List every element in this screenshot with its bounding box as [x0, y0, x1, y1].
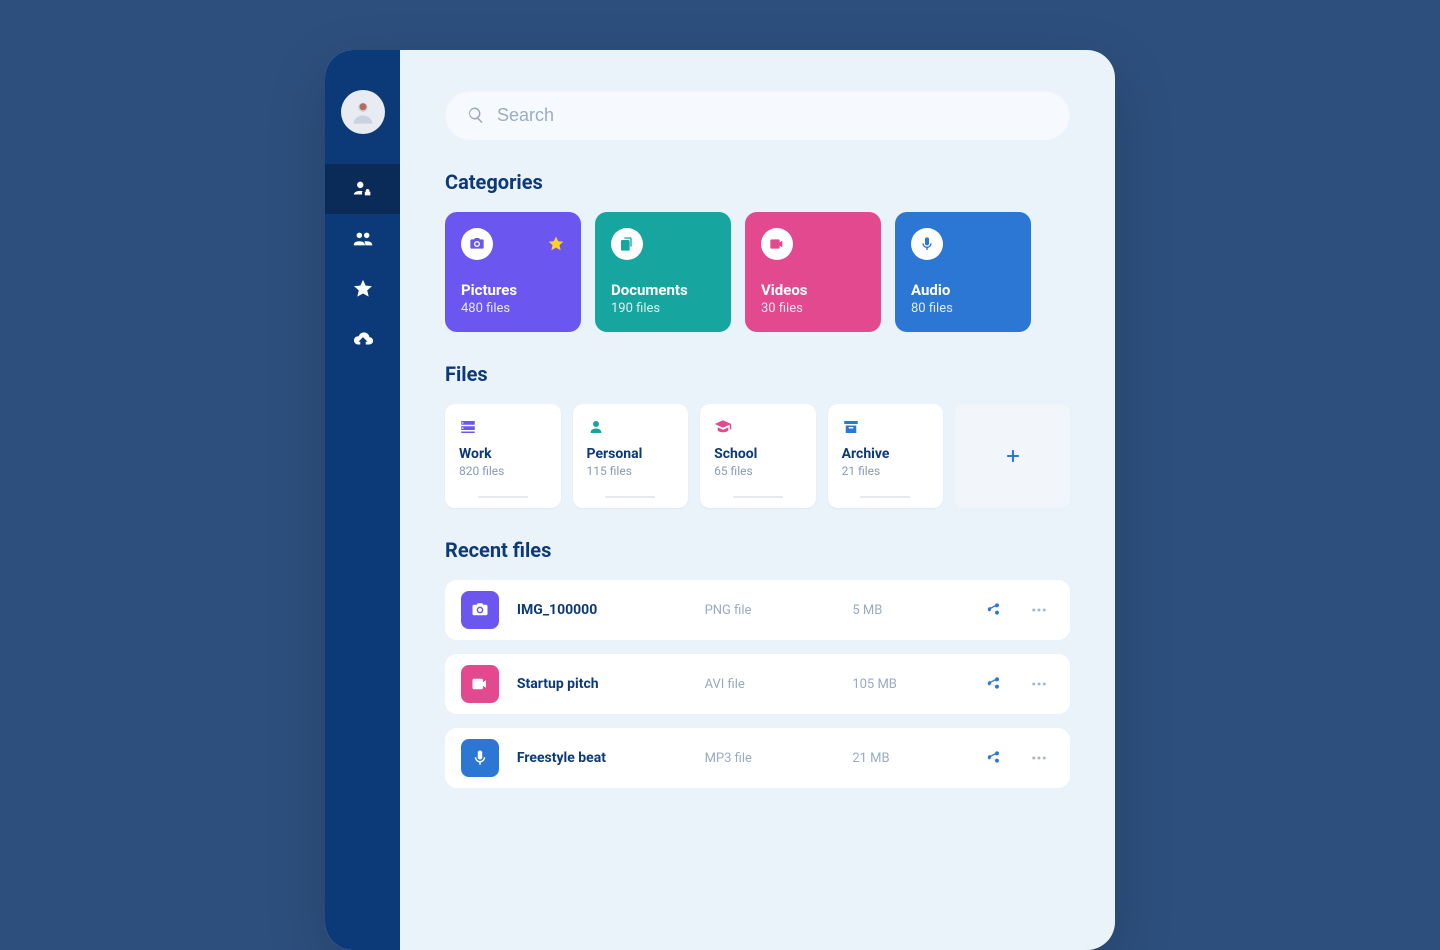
share-icon [985, 676, 1001, 692]
nav-private[interactable] [325, 164, 400, 214]
folder-card-archive[interactable]: Archive 21 files [828, 404, 944, 508]
users-icon [352, 228, 374, 250]
user-icon [587, 418, 605, 436]
camera-icon [461, 228, 493, 260]
more-dots-icon [1030, 749, 1048, 767]
category-card-pictures[interactable]: Pictures 480 files [445, 212, 581, 332]
category-count: 480 files [461, 301, 565, 316]
more-button[interactable] [1024, 601, 1054, 619]
folder-count: 115 files [587, 464, 675, 478]
share-button[interactable] [980, 676, 1006, 692]
recent-list: IMG_100000 PNG file 5 MB Startup pitch A… [445, 580, 1070, 788]
server-icon [459, 418, 477, 436]
folder-progress-bar [478, 496, 528, 498]
plus-icon [1003, 446, 1023, 466]
folder-title: School [714, 446, 802, 462]
camera-icon [461, 591, 499, 629]
category-count: 80 files [911, 301, 1015, 316]
more-button[interactable] [1024, 675, 1054, 693]
category-title: Audio [911, 281, 1015, 299]
recent-type: AVI file [705, 677, 835, 692]
share-icon [985, 602, 1001, 618]
folder-count: 65 files [714, 464, 802, 478]
folder-card-work[interactable]: Work 820 files [445, 404, 561, 508]
folder-card-school[interactable]: School 65 files [700, 404, 816, 508]
folders-row: Work 820 files Personal 115 files School… [445, 404, 1070, 508]
recent-size: 105 MB [852, 677, 962, 692]
folder-count: 820 files [459, 464, 547, 478]
more-dots-icon [1030, 601, 1048, 619]
copy-icon [611, 228, 643, 260]
files-heading: Files [445, 362, 1070, 386]
search-icon [467, 106, 485, 124]
user-lock-icon [352, 178, 374, 200]
video-icon [461, 665, 499, 703]
sidebar [325, 50, 400, 950]
recent-name: Freestyle beat [517, 750, 687, 766]
folder-title: Archive [842, 446, 930, 462]
folder-count: 21 files [842, 464, 930, 478]
nav-shared[interactable] [325, 214, 400, 264]
recent-heading: Recent files [445, 538, 1070, 562]
category-card-videos[interactable]: Videos 30 files [745, 212, 881, 332]
video-icon [761, 228, 793, 260]
share-button[interactable] [980, 602, 1006, 618]
nav-upload[interactable] [325, 314, 400, 364]
category-card-documents[interactable]: Documents 190 files [595, 212, 731, 332]
avatar[interactable] [341, 90, 385, 134]
category-title: Pictures [461, 281, 565, 299]
category-title: Documents [611, 281, 715, 299]
folder-progress-bar [733, 496, 783, 498]
share-icon [985, 750, 1001, 766]
folder-progress-bar [860, 496, 910, 498]
recent-size: 5 MB [852, 603, 962, 618]
recent-name: IMG_100000 [517, 602, 687, 618]
search-input[interactable] [497, 105, 1048, 126]
recent-name: Startup pitch [517, 676, 687, 692]
more-dots-icon [1030, 675, 1048, 693]
app-window: Categories Pictures 480 files Documents … [325, 50, 1115, 950]
add-folder-button[interactable] [955, 404, 1070, 508]
search-bar[interactable] [445, 90, 1070, 140]
folder-progress-bar [605, 496, 655, 498]
cloud-upload-icon [352, 328, 374, 350]
main-content: Categories Pictures 480 files Documents … [400, 50, 1115, 950]
nav-starred[interactable] [325, 264, 400, 314]
recent-type: PNG file [705, 603, 835, 618]
star-icon [352, 278, 374, 300]
recent-type: MP3 file [705, 751, 835, 766]
category-count: 30 files [761, 301, 865, 316]
category-card-audio[interactable]: Audio 80 files [895, 212, 1031, 332]
folder-title: Personal [587, 446, 675, 462]
mic-icon [461, 739, 499, 777]
archive-icon [842, 418, 860, 436]
mic-icon [911, 228, 943, 260]
grad-icon [714, 418, 732, 436]
folder-title: Work [459, 446, 547, 462]
recent-row[interactable]: Freestyle beat MP3 file 21 MB [445, 728, 1070, 788]
avatar-person-icon [349, 98, 377, 126]
category-title: Videos [761, 281, 865, 299]
categories-row: Pictures 480 files Documents 190 files V… [445, 212, 1070, 332]
categories-heading: Categories [445, 170, 1070, 194]
more-button[interactable] [1024, 749, 1054, 767]
share-button[interactable] [980, 750, 1006, 766]
recent-row[interactable]: IMG_100000 PNG file 5 MB [445, 580, 1070, 640]
folder-card-personal[interactable]: Personal 115 files [573, 404, 689, 508]
star-icon [547, 235, 565, 253]
category-count: 190 files [611, 301, 715, 316]
recent-row[interactable]: Startup pitch AVI file 105 MB [445, 654, 1070, 714]
recent-size: 21 MB [852, 751, 962, 766]
